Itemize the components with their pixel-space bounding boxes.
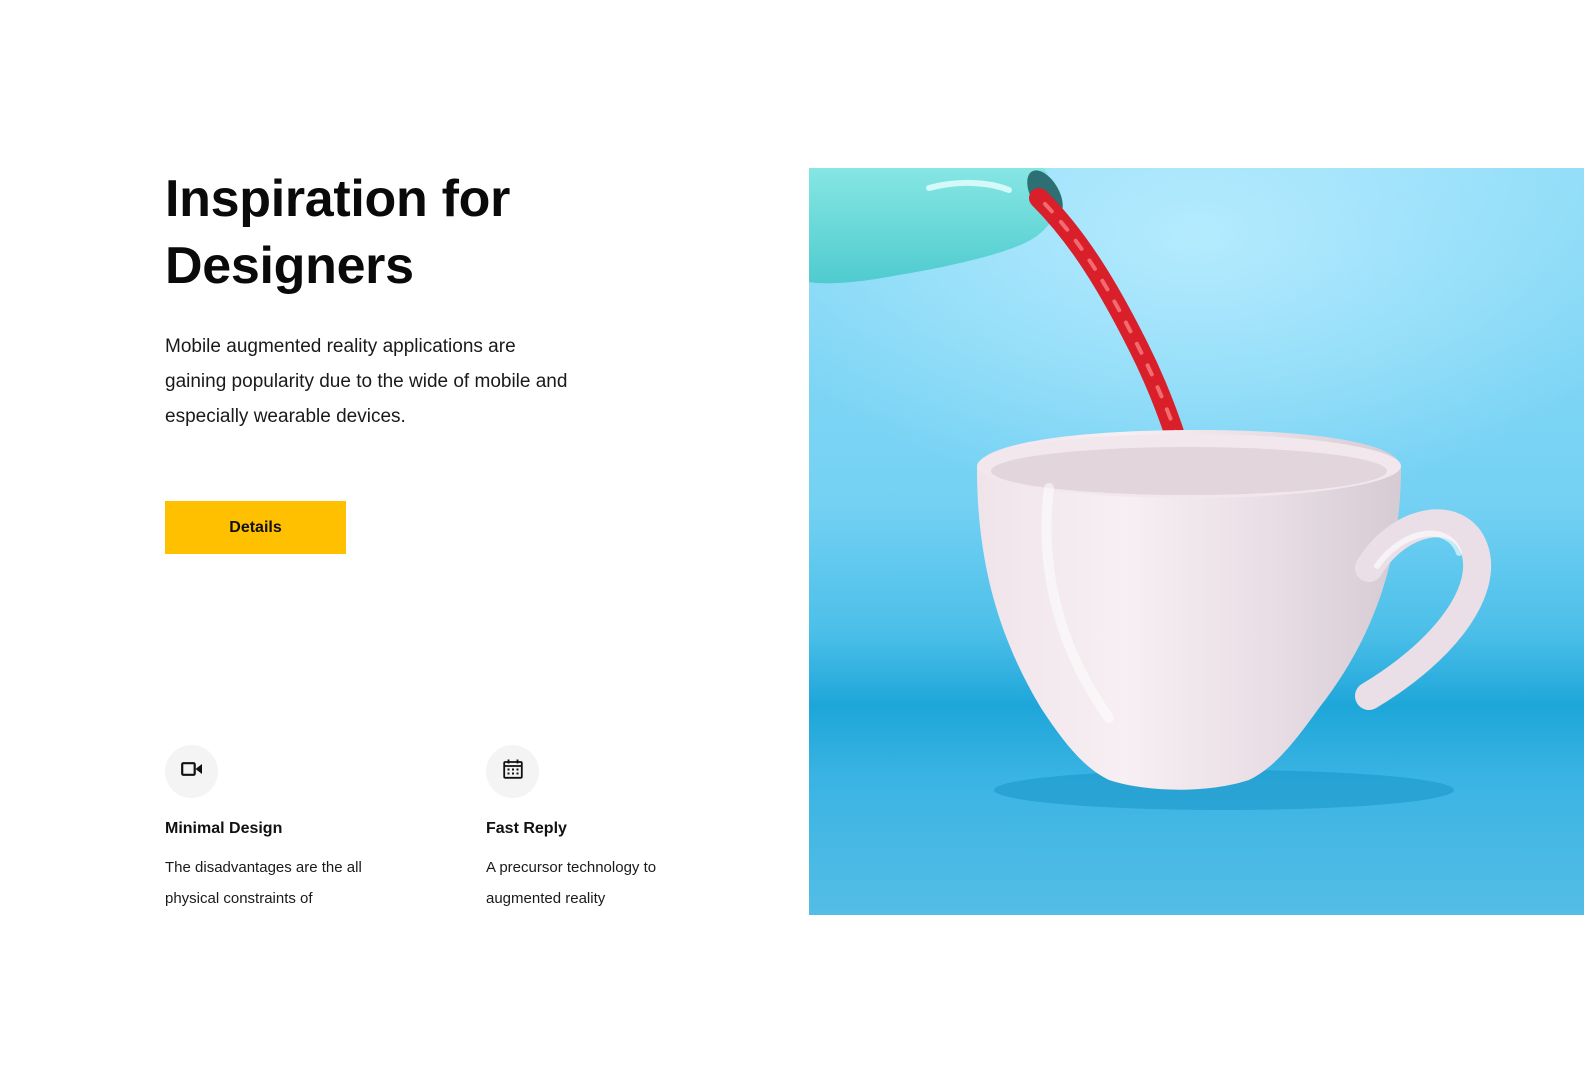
feature-minimal-design: Minimal Design The disadvantages are the… xyxy=(165,745,425,914)
calendar-icon xyxy=(502,759,523,784)
details-button[interactable]: Details xyxy=(165,501,346,554)
hero-title-line-1: Inspiration for xyxy=(165,170,511,228)
hero-title-line-2: Designers xyxy=(165,237,414,295)
feature-icon-container xyxy=(486,745,539,798)
video-camera-icon xyxy=(180,762,203,781)
feature-fast-reply: Fast Reply A precursor technology to aug… xyxy=(486,745,746,914)
hero-photo xyxy=(809,168,1584,915)
feature-title: Fast Reply xyxy=(486,820,567,837)
hero-title: Inspiration for Designers xyxy=(165,166,645,300)
hero-description: Mobile augmented reality applications ar… xyxy=(165,336,568,427)
feature-title: Minimal Design xyxy=(165,820,283,837)
feature-icon-container xyxy=(165,745,218,798)
feature-text: A precursor technology to augmented real… xyxy=(486,859,657,907)
feature-text: The disadvantages are the all physical c… xyxy=(165,859,362,907)
page: Inspiration for Designers Mobile augment… xyxy=(0,0,1584,1080)
